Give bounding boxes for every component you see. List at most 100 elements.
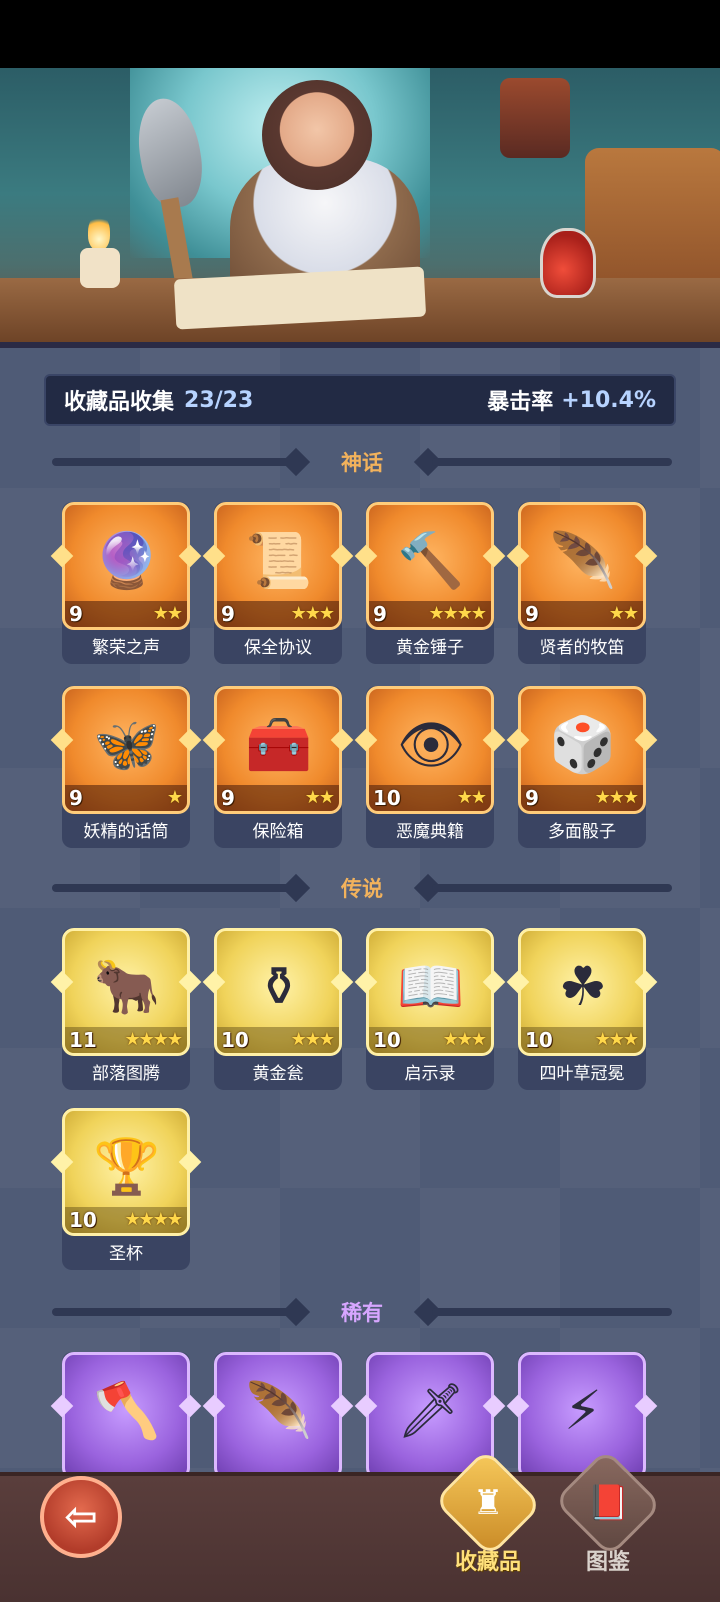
card-level: 10: [373, 1028, 401, 1052]
collectible-card[interactable]: 🎲 9 ★★★ 多面骰子: [506, 686, 658, 848]
card-stars: ★★★: [594, 787, 639, 808]
collectible-card[interactable]: 🏆 10 ★★★★ 圣杯: [50, 1108, 202, 1270]
golden-urn-icon: ⚱: [256, 955, 302, 1018]
card-level: 9: [221, 786, 235, 810]
fairy-microphone-icon: 🦋: [93, 713, 161, 776]
skull-sword-icon: 🗡: [396, 1379, 466, 1442]
collectible-card[interactable]: 🔮 9 ★★ 繁荣之声: [50, 502, 202, 664]
axe-icon: 🪓: [93, 1379, 161, 1442]
card-level: 9: [69, 786, 83, 810]
card-stars: ★★★: [290, 603, 335, 624]
card-level: 10: [221, 1028, 249, 1052]
crit-rate-label: 暴击率: [487, 390, 554, 415]
card-tile: ⚱ 10 ★★★: [214, 928, 342, 1056]
card-level: 9: [373, 602, 387, 626]
card-level: 9: [221, 602, 235, 626]
lightning-card-icon: ⚡: [564, 1379, 602, 1442]
card-tile: ☘ 10 ★★★: [518, 928, 646, 1056]
collectible-card[interactable]: 🗡: [354, 1352, 506, 1472]
card-stars: ★★★: [594, 1029, 639, 1050]
card-tile: 🗡: [366, 1352, 494, 1472]
card-tile: 🧰 9 ★★: [214, 686, 342, 814]
card-name: 恶魔典籍: [396, 822, 464, 842]
card-name: 贤者的牧笛: [539, 638, 625, 658]
divider-diamond: [281, 1297, 311, 1327]
card-tile: 🔮 9 ★★: [62, 502, 190, 630]
bottom-nav-bar: ⇦ ♜ 收藏品 📕 图鉴: [0, 1448, 720, 1602]
divider-bar: [432, 458, 672, 466]
collection-icon: ♜: [472, 1482, 504, 1523]
bell-orb-icon: 🔮: [93, 529, 161, 592]
collection-count: 23/23: [184, 387, 254, 413]
divider-diamond: [281, 873, 311, 903]
card-level: 9: [525, 602, 539, 626]
collectible-card[interactable]: 📖 10 ★★★ 启示录: [354, 928, 506, 1090]
collectible-card[interactable]: ☘ 10 ★★★ 四叶草冠冕: [506, 928, 658, 1090]
tab-collection[interactable]: ♜ 收藏品: [433, 1448, 543, 1576]
card-tile: 🏆 10 ★★★★: [62, 1108, 190, 1236]
divider-bar: [52, 884, 292, 892]
crit-rate-value: +10.4%: [561, 387, 656, 413]
card-name: 多面骰子: [548, 822, 616, 842]
collectible-card[interactable]: ⚱ 10 ★★★ 黄金瓮: [202, 928, 354, 1090]
section-header-mythic: 神话: [46, 444, 678, 480]
clover-crown-icon: ☘: [558, 955, 608, 1018]
collectible-card[interactable]: 🐂 11 ★★★★ 部落图腾: [50, 928, 202, 1090]
collectible-card[interactable]: 🪓: [50, 1352, 202, 1472]
collectible-card[interactable]: 👁 10 ★★ 恶魔典籍: [354, 686, 506, 848]
card-tile: 🪓: [62, 1352, 190, 1472]
collectible-card[interactable]: ⚡: [506, 1352, 658, 1472]
collectible-card[interactable]: 🔨 9 ★★★★ 黄金锤子: [354, 502, 506, 664]
collectible-card[interactable]: 🧰 9 ★★ 保险箱: [202, 686, 354, 848]
tab-codex[interactable]: 📕 图鉴: [553, 1448, 663, 1576]
card-tile: 🦋 9 ★: [62, 686, 190, 814]
collectible-card[interactable]: 🪶: [202, 1352, 354, 1472]
card-level: 9: [525, 786, 539, 810]
card-name: 妖精的话筒: [83, 822, 169, 842]
divider-bar: [432, 1308, 672, 1316]
card-tile: 🔨 9 ★★★★: [366, 502, 494, 630]
flute-icon: 🪶: [549, 529, 617, 592]
card-name: 部落图腾: [92, 1064, 160, 1084]
collectible-card[interactable]: 🪶 9 ★★ 贤者的牧笛: [506, 502, 658, 664]
feather-icon: 🪶: [245, 1379, 313, 1442]
card-stars: ★★★: [290, 1029, 335, 1050]
collectible-card[interactable]: 📜 9 ★★★ 保全协议: [202, 502, 354, 664]
wall-totem-decoration: [500, 78, 570, 158]
section-title-mythic: 神话: [341, 451, 383, 475]
card-stars: ★★: [152, 603, 183, 624]
card-stars: ★: [166, 787, 183, 808]
card-tile: 🪶 9 ★★: [518, 502, 646, 630]
collectible-card[interactable]: 🦋 9 ★ 妖精的话筒: [50, 686, 202, 848]
safe-box-icon: 🧰: [245, 713, 313, 776]
card-name: 黄金锤子: [396, 638, 464, 658]
card-name: 繁荣之声: [92, 638, 160, 658]
divider-bar: [52, 458, 292, 466]
card-name: 四叶草冠冕: [539, 1064, 625, 1084]
card-tile: ⚡: [518, 1352, 646, 1472]
status-bar: [0, 0, 720, 68]
card-tile: 🐂 11 ★★★★: [62, 928, 190, 1056]
card-name: 保全协议: [244, 638, 312, 658]
collection-label: 收藏品收集: [64, 390, 175, 415]
potion-icon: [540, 228, 596, 298]
card-tile: 👁 10 ★★: [366, 686, 494, 814]
card-stars: ★★★★: [124, 1209, 183, 1230]
card-tile: 📜 9 ★★★: [214, 502, 342, 630]
candle-flame-icon: [88, 214, 110, 250]
golden-hammer-icon: 🔨: [397, 529, 465, 592]
card-name: 黄金瓮: [252, 1064, 304, 1084]
dice-icon: 🎲: [549, 713, 617, 776]
card-name: 启示录: [404, 1064, 456, 1084]
collection-summary-bar: 收藏品收集 23/23 暴击率 +10.4%: [44, 374, 676, 426]
card-tile: 📖 10 ★★★: [366, 928, 494, 1056]
section-title-legend: 传说: [341, 877, 383, 901]
card-level: 10: [373, 786, 401, 810]
card-stars: ★★★★: [428, 603, 487, 624]
card-level: 10: [69, 1208, 97, 1232]
divider-diamond: [281, 447, 311, 477]
collection-panel[interactable]: 收藏品收集 23/23 暴击率 +10.4% 神话 🔮 9 ★★ 繁荣之声 📜 …: [0, 348, 720, 1472]
dwarf-character-head: [262, 80, 372, 190]
section-title-rare: 稀有: [341, 1301, 383, 1325]
back-button[interactable]: ⇦: [40, 1476, 122, 1558]
